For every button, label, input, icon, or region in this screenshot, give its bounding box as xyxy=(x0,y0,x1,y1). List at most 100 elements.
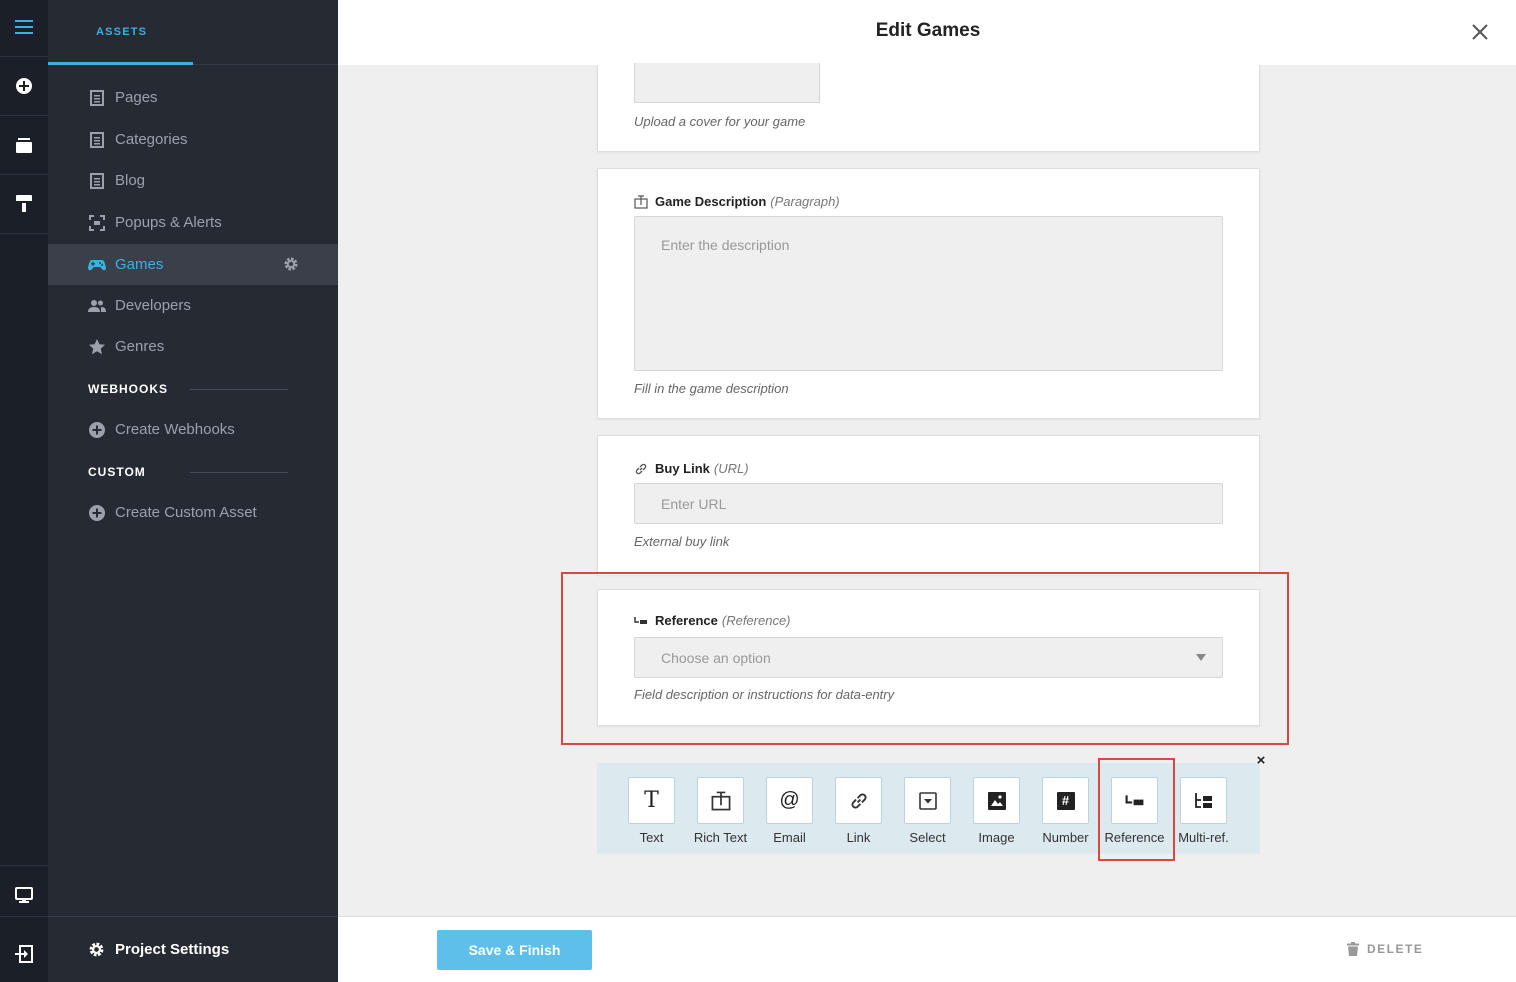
field-type-link[interactable]: Link xyxy=(824,777,893,845)
monitor-icon[interactable] xyxy=(0,877,48,913)
buy-link-label-text: Buy Link xyxy=(655,461,710,476)
sidebar-item-label: Categories xyxy=(115,131,188,148)
active-tab-indicator xyxy=(48,62,193,65)
field-type-label: Multi-ref. xyxy=(1178,830,1229,845)
tab-assets[interactable]: ASSETS xyxy=(96,26,147,38)
buy-link-placeholder: Enter URL xyxy=(661,495,727,512)
page-icon xyxy=(88,172,106,190)
field-type-label: Image xyxy=(978,830,1015,845)
paragraph-icon xyxy=(697,777,744,824)
field-type-text[interactable]: T Text xyxy=(617,777,686,845)
create-custom-asset-label: Create Custom Asset xyxy=(115,504,257,521)
sidebar-item-label: Genres xyxy=(115,338,165,355)
buy-link-input[interactable]: Enter URL xyxy=(634,483,1223,524)
paragraph-icon xyxy=(634,194,648,209)
icon-rail xyxy=(0,0,48,982)
sidebar-item-categories[interactable]: Categories xyxy=(48,119,338,160)
modal-header: Edit Games xyxy=(338,0,1516,65)
field-type-number[interactable]: # Number xyxy=(1031,777,1100,845)
create-webhooks-button[interactable]: Create Webhooks xyxy=(48,409,338,450)
field-type-email[interactable]: @ Email xyxy=(755,777,824,845)
hamburger-menu-icon[interactable] xyxy=(0,9,48,45)
at-sign-icon: @ xyxy=(766,777,813,824)
email-glyph: @ xyxy=(779,789,800,811)
image-icon xyxy=(973,777,1020,824)
page-icon xyxy=(88,89,106,107)
trash-icon xyxy=(1347,942,1359,956)
description-type-text: (Paragraph) xyxy=(770,194,840,209)
delete-label: DELETE xyxy=(1367,942,1424,956)
number-icon: # xyxy=(1042,777,1089,824)
field-type-multi-ref[interactable]: Multi-ref. xyxy=(1169,777,1238,845)
close-icon[interactable] xyxy=(1468,20,1492,44)
add-circle-icon[interactable] xyxy=(0,68,48,104)
gear-icon xyxy=(88,941,106,959)
delete-button[interactable]: DELETE xyxy=(1347,939,1423,959)
sidebar: ASSETS Pages Categories Blog Popups & Al… xyxy=(48,0,338,982)
sidebar-item-games[interactable]: Games xyxy=(48,244,338,285)
page-icon xyxy=(88,131,106,149)
field-type-image[interactable]: Image xyxy=(962,777,1031,845)
description-label-text: Game Description xyxy=(655,194,767,209)
link-icon xyxy=(835,777,882,824)
section-heading-webhooks: WEBHOOKS xyxy=(88,382,168,396)
close-icon[interactable]: × xyxy=(1254,753,1268,768)
sidebar-item-label: Blog xyxy=(115,172,146,189)
star-icon xyxy=(88,338,106,356)
divider xyxy=(190,389,288,390)
modal-footer: Save & Finish DELETE xyxy=(338,916,1516,982)
popup-icon xyxy=(88,214,106,232)
field-type-rich-text[interactable]: Rich Text xyxy=(686,777,755,845)
description-textarea[interactable]: Enter the description xyxy=(634,216,1223,371)
stack-icon[interactable] xyxy=(0,127,48,163)
gear-icon[interactable] xyxy=(283,256,300,273)
link-icon xyxy=(634,462,648,476)
multi-reference-icon xyxy=(1180,777,1227,824)
project-settings-button[interactable]: Project Settings xyxy=(48,916,338,982)
sidebar-item-label: Popups & Alerts xyxy=(115,214,222,231)
buy-link-type-text: (URL) xyxy=(713,461,749,476)
description-field-label: Game Description (Paragraph) xyxy=(634,194,840,209)
description-field-card: Game Description (Paragraph) Enter the d… xyxy=(597,168,1260,419)
brush-icon[interactable] xyxy=(0,186,48,222)
number-glyph: # xyxy=(1056,791,1075,810)
create-custom-asset-button[interactable]: Create Custom Asset xyxy=(48,492,338,533)
text-type-icon: T xyxy=(628,777,675,824)
buy-link-field-label: Buy Link (URL) xyxy=(634,461,749,476)
buy-link-help-text: External buy link xyxy=(634,534,730,549)
cover-field-card: Upload a cover for your game xyxy=(597,63,1260,152)
project-settings-label: Project Settings xyxy=(115,941,230,958)
sidebar-item-pages[interactable]: Pages xyxy=(48,77,338,118)
section-heading-custom: CUSTOM xyxy=(88,465,146,479)
field-type-select[interactable]: Select xyxy=(893,777,962,845)
field-type-label: Email xyxy=(773,830,806,845)
sidebar-item-label: Pages xyxy=(115,89,158,106)
description-help-text: Fill in the game description xyxy=(634,381,789,396)
field-type-label: Text xyxy=(639,830,664,845)
field-type-label: Link xyxy=(846,830,871,845)
sidebar-item-developers[interactable]: Developers xyxy=(48,285,338,326)
create-webhooks-label: Create Webhooks xyxy=(115,421,235,438)
exit-icon[interactable] xyxy=(0,936,48,972)
field-type-label: Number xyxy=(1042,830,1089,845)
field-type-label: Select xyxy=(909,830,946,845)
field-type-label: Rich Text xyxy=(693,830,748,845)
sidebar-item-popups-alerts[interactable]: Popups & Alerts xyxy=(48,202,338,243)
sidebar-item-blog[interactable]: Blog xyxy=(48,160,338,201)
cover-upload-area[interactable] xyxy=(634,63,820,103)
save-finish-button[interactable]: Save & Finish xyxy=(437,930,592,970)
divider xyxy=(190,472,288,473)
select-icon xyxy=(904,777,951,824)
modal-title: Edit Games xyxy=(875,20,981,41)
sidebar-item-genres[interactable]: Genres xyxy=(48,326,338,367)
buy-link-field-card: Buy Link (URL) Enter URL External buy li… xyxy=(597,435,1260,575)
highlight-box xyxy=(1098,758,1175,861)
sidebar-header: ASSETS xyxy=(48,0,338,65)
description-placeholder: Enter the description xyxy=(661,237,790,253)
gamepad-icon xyxy=(88,256,106,274)
add-circle-icon xyxy=(88,504,106,522)
users-icon xyxy=(88,297,106,315)
text-glyph: T xyxy=(644,788,659,813)
cover-help-text: Upload a cover for your game xyxy=(634,114,806,129)
highlight-box xyxy=(561,572,1289,745)
